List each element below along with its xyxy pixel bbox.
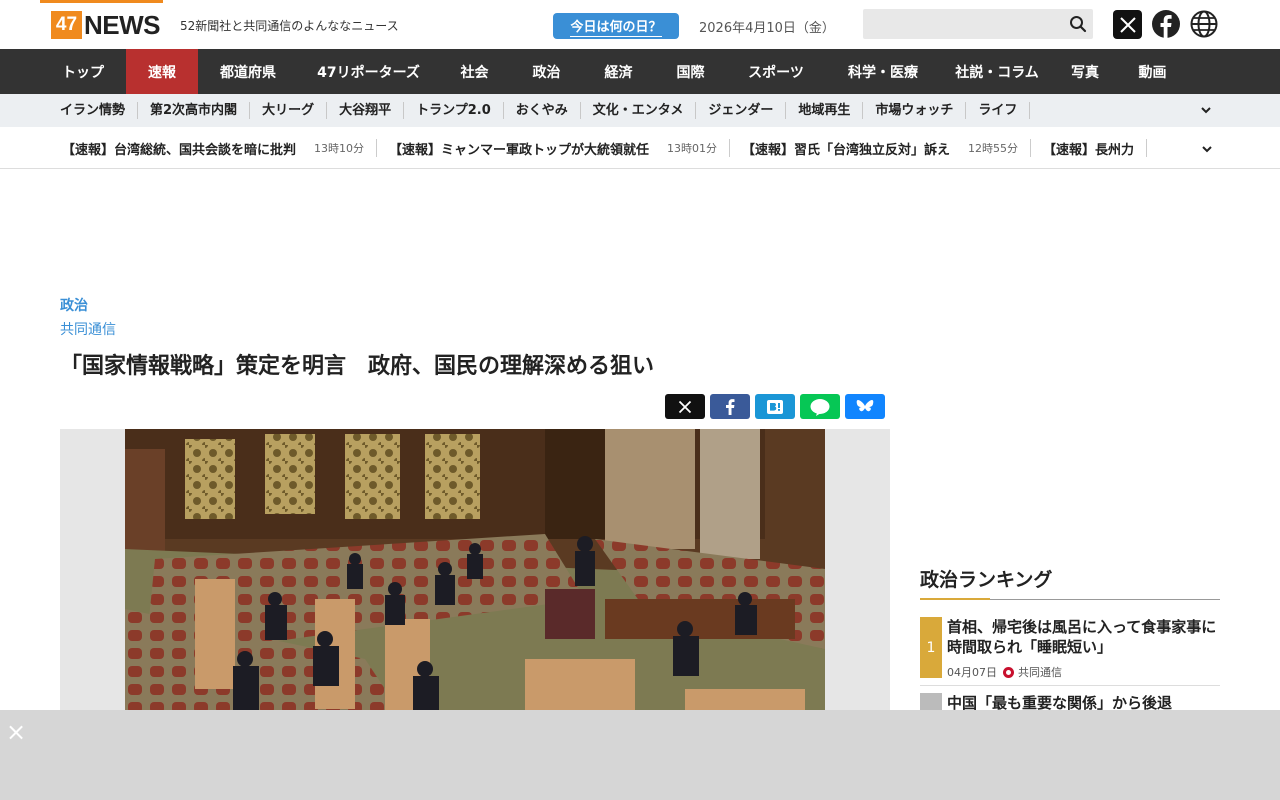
- logo-accent-bar: [40, 0, 163, 3]
- topic-nav-item[interactable]: 地域再生: [786, 102, 864, 119]
- nav-item[interactable]: 都道府県: [198, 49, 298, 94]
- breaking-news-ticker: 【速報】台湾総統、国共会談を暗に批判 13時10分 【速報】ミャンマー軍政トップが大…: [0, 128, 1280, 169]
- hatena-bookmark-icon: [767, 399, 783, 414]
- topic-navigation: イラン情勢 第2次高市内閣 大リーグ 大谷翔平 トランプ2.0 おくやみ 文化・エンタメ ジェ…: [0, 94, 1280, 127]
- site-logo[interactable]: 47 NEWS: [51, 9, 161, 40]
- nav-item[interactable]: 社会: [439, 49, 510, 94]
- facebook-icon[interactable]: [1152, 10, 1180, 38]
- ranking-item-meta: 04月07日 共同通信: [947, 664, 1062, 680]
- chevron-down-icon[interactable]: [1199, 103, 1213, 117]
- ticker-item[interactable]: 【速報】台湾総統、国共会談を暗に批判 13時10分: [50, 139, 378, 158]
- topic-nav-item[interactable]: おくやみ: [504, 102, 581, 119]
- x-twitter-icon: [678, 400, 692, 413]
- nav-item[interactable]: 47リポーターズ: [298, 49, 439, 94]
- topic-nav-item[interactable]: トランプ2.0: [404, 102, 504, 119]
- kyodo-logo-icon: [1003, 666, 1014, 678]
- topic-nav-item[interactable]: 文化・エンタメ: [581, 102, 697, 119]
- nav-item[interactable]: トップ: [40, 49, 126, 94]
- nav-item[interactable]: 国際: [654, 49, 727, 94]
- ticker-headline: 【速報】習氏「台湾独立反対」訴え: [742, 142, 951, 158]
- share-facebook-button[interactable]: [710, 394, 750, 419]
- x-twitter-icon[interactable]: [1113, 10, 1142, 39]
- ticker-item[interactable]: 【速報】長州力: [1031, 139, 1148, 158]
- topic-nav-item[interactable]: 大リーグ: [250, 102, 328, 119]
- nav-item[interactable]: 政治: [510, 49, 583, 94]
- ticker-headline: 【速報】ミャンマー軍政トップが大統領就任: [389, 142, 650, 158]
- nav-item[interactable]: 経済: [583, 49, 654, 94]
- logo-news: NEWS: [84, 9, 161, 40]
- article-source-link[interactable]: 共同通信: [60, 319, 116, 339]
- chevron-down-icon[interactable]: [1200, 142, 1214, 156]
- ticker-headline: 【速報】長州力: [1043, 142, 1135, 158]
- bluesky-icon: [856, 399, 874, 411]
- article-photo[interactable]: [125, 429, 825, 719]
- site-tagline: 52新聞社と共同通信のよんななニュース: [180, 19, 399, 33]
- logo-47: 47: [51, 11, 82, 39]
- topic-nav-item[interactable]: 第2次高市内閣: [138, 102, 251, 119]
- ranking-item-date: 04月07日: [947, 666, 997, 679]
- topic-nav-item[interactable]: ジェンダー: [696, 102, 787, 119]
- topic-nav-item[interactable]: ライフ: [966, 102, 1031, 119]
- search-input[interactable]: [863, 9, 1058, 39]
- share-line-button[interactable]: [800, 394, 840, 419]
- ranking-item-source: 共同通信: [1018, 666, 1062, 679]
- nav-item[interactable]: スポーツ: [727, 49, 825, 94]
- search-box: [863, 9, 1093, 39]
- topic-nav-item[interactable]: 市場ウォッチ: [863, 102, 967, 119]
- ranking-number-badge: 1: [920, 617, 942, 678]
- main-navigation: トップ 速報 都道府県 47リポーターズ 社会 政治 経済 国際 スポーツ 科学・医療 社説・コラム…: [0, 49, 1280, 94]
- article-photo-frame: [60, 429, 890, 719]
- ticker-time: 12時55分: [968, 142, 1019, 155]
- topic-nav-item[interactable]: イラン情勢: [48, 102, 139, 119]
- nav-item[interactable]: 速報: [126, 49, 198, 94]
- share-bluesky-button[interactable]: [845, 394, 885, 419]
- nav-item[interactable]: 科学・医療: [825, 49, 941, 94]
- line-icon: [810, 398, 830, 416]
- facebook-icon: [726, 398, 735, 415]
- site-header: 47 NEWS 52新聞社と共同通信のよんななニュース 今日は何の日？ 2026…: [0, 0, 1280, 49]
- ticker-time: 13時10分: [314, 142, 365, 155]
- ranking-item-title[interactable]: 首相、帰宅後は風呂に入って食事家事に時間取られ「睡眠短い」: [947, 617, 1217, 657]
- nav-item[interactable]: 社説・コラム: [941, 49, 1053, 94]
- article-headline: 「国家情報戦略」策定を明言 政府、国民の理解深める狙い: [60, 354, 655, 379]
- topic-nav-item[interactable]: 大谷翔平: [327, 102, 405, 119]
- search-icon[interactable]: [1069, 15, 1087, 33]
- ranking-divider-accent: [920, 598, 990, 600]
- share-x-button[interactable]: [665, 394, 705, 419]
- globe-icon[interactable]: [1190, 10, 1218, 38]
- ticker-time: 13時01分: [667, 142, 718, 155]
- today-in-history-button[interactable]: 今日は何の日？: [553, 13, 679, 39]
- nav-item[interactable]: 動画: [1117, 49, 1188, 94]
- current-date: 2026年4月10日（金）: [699, 21, 835, 36]
- article-category-link[interactable]: 政治: [60, 295, 88, 315]
- ranking-separator: [920, 685, 1220, 686]
- nav-item[interactable]: 写真: [1053, 49, 1117, 94]
- bottom-ad-banner[interactable]: [0, 710, 1280, 800]
- ticker-headline: 【速報】台湾総統、国共会談を暗に批判: [62, 142, 297, 158]
- ticker-item[interactable]: 【速報】習氏「台湾独立反対」訴え 12時55分: [730, 139, 1032, 158]
- ticker-item[interactable]: 【速報】ミャンマー軍政トップが大統領就任 13時01分: [377, 139, 731, 158]
- close-icon[interactable]: ×: [6, 720, 26, 744]
- ranking-title: 政治ランキング: [920, 569, 1053, 591]
- share-hatena-button[interactable]: [755, 394, 795, 419]
